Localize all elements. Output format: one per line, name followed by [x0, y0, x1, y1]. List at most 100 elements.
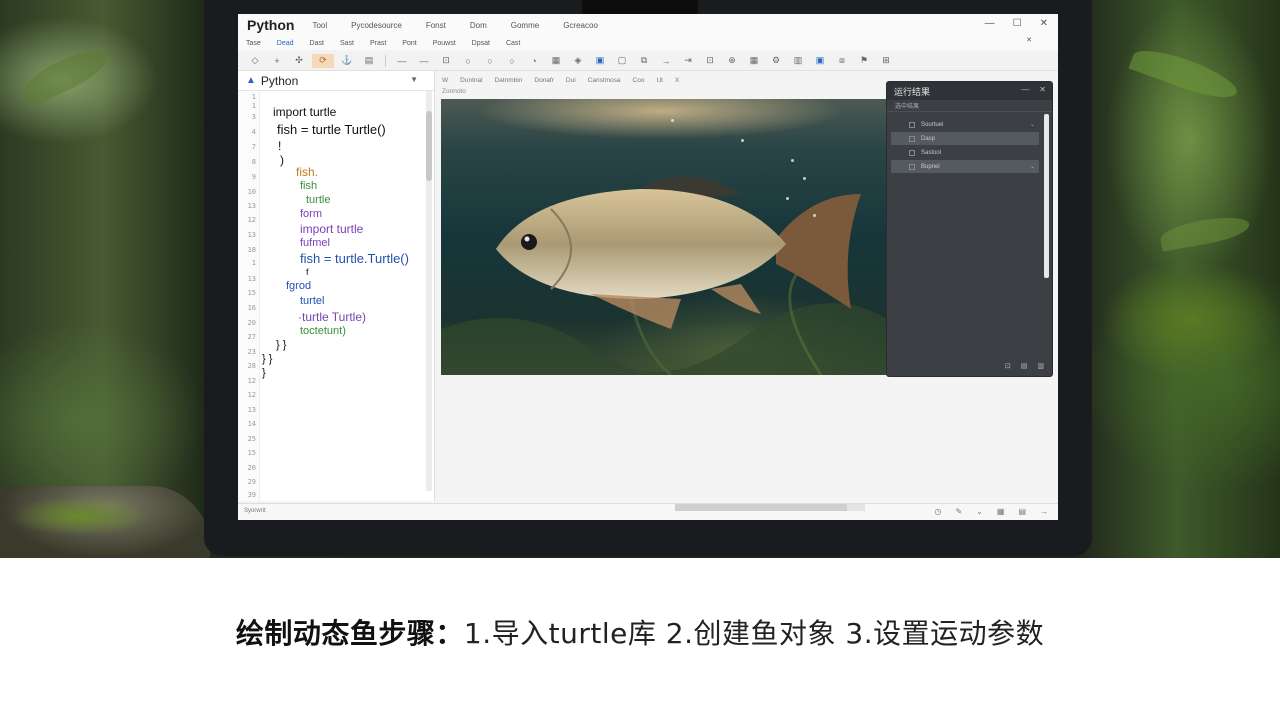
canvas-tool[interactable]: Datnmbin	[495, 77, 523, 84]
chevron-down-icon[interactable]: ⌄	[1030, 163, 1035, 170]
title-menu-item[interactable]: Gcreacoo	[563, 21, 598, 30]
line-icon[interactable]: —	[393, 54, 411, 68]
trash-icon[interactable]: ▤	[360, 54, 378, 68]
canvas-tool[interactable]: Coo	[633, 77, 645, 84]
comment-icon[interactable]: ◔	[525, 54, 543, 68]
run-icon[interactable]: ⟳	[312, 53, 334, 68]
menu-item[interactable]: Pont	[402, 40, 416, 47]
settings-icon[interactable]: ⚙	[767, 54, 785, 68]
code-line[interactable]: fish = turtle.Turtle()	[300, 251, 409, 266]
code-line[interactable]: fufmel	[300, 237, 330, 249]
grid-icon[interactable]: ▦	[997, 507, 1005, 516]
panel-close-button[interactable]: ✕	[1039, 85, 1046, 94]
export-icon[interactable]: ⇥	[679, 54, 697, 68]
menu-close-icon[interactable]: ✕	[1026, 36, 1032, 44]
panel-scrollbar[interactable]	[1044, 114, 1049, 278]
menu-item[interactable]: Cast	[506, 40, 520, 47]
circle-icon[interactable]: ○	[503, 54, 521, 68]
code-line[interactable]: fish.	[296, 165, 318, 179]
panel-export-icon[interactable]: ⊡	[1005, 362, 1011, 370]
panel-grid-icon[interactable]: ▤	[1021, 362, 1028, 370]
frame-icon[interactable]: ⊡	[701, 54, 719, 68]
horizontal-scrollbar[interactable]	[675, 504, 865, 511]
arrow-right-icon[interactable]: →	[657, 54, 675, 68]
clock-icon[interactable]: ◷	[934, 507, 941, 516]
title-menu-item[interactable]: Fonst	[426, 21, 446, 30]
canvas-tool[interactable]: Canstmosa	[588, 77, 621, 84]
canvas-tool[interactable]: Ut	[656, 77, 663, 84]
tag-icon[interactable]: ◈	[569, 54, 587, 68]
chevron-down-icon[interactable]: ⌄	[1030, 121, 1035, 128]
edit-icon[interactable]: ✎	[955, 507, 962, 516]
frame-icon[interactable]: ⊡	[437, 54, 455, 68]
add-icon[interactable]: +	[268, 54, 286, 68]
code-line[interactable]: ·turtle Turtle)	[298, 310, 366, 324]
code-line[interactable]: import turtle	[300, 222, 363, 236]
editor-scrollbar[interactable]	[426, 91, 432, 491]
image-icon[interactable]: ▣	[591, 54, 609, 68]
horizontal-scroll-thumb[interactable]	[675, 504, 847, 511]
panel-row[interactable]: Sastool	[891, 146, 1039, 159]
panel-icon[interactable]: ⧈	[833, 54, 851, 68]
canvas-tool[interactable]: Donafr	[534, 77, 554, 84]
anchor-icon[interactable]: ⚓	[338, 54, 356, 68]
panel-minimize-button[interactable]: —	[1021, 85, 1029, 94]
code-line[interactable]: } }	[262, 353, 272, 365]
code-line[interactable]: } }	[276, 339, 286, 351]
line-icon[interactable]: —	[415, 54, 433, 68]
title-menu-item[interactable]: Pycodesource	[351, 21, 402, 30]
arrow-right-icon[interactable]: →	[1040, 507, 1048, 516]
editor-scroll-thumb[interactable]	[426, 111, 432, 181]
menu-item[interactable]: Pouwst	[433, 40, 456, 47]
circle-icon[interactable]: ○	[481, 54, 499, 68]
maximize-button[interactable]: ☐	[1013, 18, 1022, 29]
code-line[interactable]: import turtle	[273, 105, 336, 119]
canvas-tool[interactable]: X	[675, 77, 679, 84]
minimize-button[interactable]: —	[985, 18, 995, 29]
code-line[interactable]: f	[306, 267, 309, 277]
canvas-tool[interactable]: Duntnal	[460, 77, 482, 84]
panel-row[interactable]: Sourtuel ⌄	[891, 118, 1039, 131]
chevron-down-icon[interactable]: ⌄	[976, 507, 983, 516]
code-line[interactable]: form	[300, 208, 322, 220]
code-line[interactable]: !	[278, 139, 281, 153]
code-line[interactable]: fgrod	[286, 280, 311, 292]
grid-icon[interactable]: ⊞	[877, 54, 895, 68]
layout-icon[interactable]: ▤	[1018, 507, 1026, 516]
code-line[interactable]: fish = turtle Turtle()	[277, 122, 386, 137]
pointer-icon[interactable]: ◇	[246, 54, 264, 68]
code-line[interactable]: toctetunt)	[300, 325, 346, 337]
save-icon[interactable]: ▣	[811, 54, 829, 68]
flag-icon[interactable]: ⚑	[855, 54, 873, 68]
close-button[interactable]: ✕	[1040, 18, 1048, 29]
canvas-tool[interactable]: W	[442, 77, 448, 84]
menu-item[interactable]: Prast	[370, 40, 386, 47]
doc-icon[interactable]: ▢	[613, 54, 631, 68]
circle-icon[interactable]: ○	[459, 54, 477, 68]
code-line[interactable]: }	[262, 367, 266, 379]
editor-tab-title[interactable]: Python	[261, 74, 298, 88]
menu-item-active[interactable]: Dead	[277, 40, 294, 47]
panel-row-selected[interactable]: Dasp	[891, 132, 1039, 145]
title-menu-item[interactable]: Gomme	[511, 21, 539, 30]
copy-icon[interactable]: ⧉	[635, 54, 653, 68]
code-line[interactable]: turtel	[300, 295, 324, 307]
menu-item[interactable]: Sast	[340, 40, 354, 47]
code-line[interactable]: fish	[300, 180, 317, 192]
panel-layout-icon[interactable]: ▥	[1037, 362, 1044, 370]
move-icon[interactable]: ✣	[290, 54, 308, 68]
menu-item[interactable]: Tase	[246, 40, 261, 47]
code-line[interactable]: turtle	[306, 194, 330, 206]
canvas-tool[interactable]: Dui	[566, 77, 576, 84]
zoom-icon[interactable]: ⊕	[723, 54, 741, 68]
panel-row-selected[interactable]: Bupnel ⌄	[891, 160, 1039, 173]
layout-icon[interactable]: ▥	[789, 54, 807, 68]
grid-icon[interactable]: ▦	[745, 54, 763, 68]
chevron-down-icon[interactable]: ▼	[410, 75, 418, 84]
grid-icon[interactable]: ▦	[547, 54, 565, 68]
code-line[interactable]: )	[280, 153, 284, 167]
title-menu-item[interactable]: Tool	[312, 21, 327, 30]
title-menu-item[interactable]: Dom	[470, 21, 487, 30]
menu-item[interactable]: Dpsat	[472, 40, 490, 47]
menu-item[interactable]: Dast	[310, 40, 324, 47]
